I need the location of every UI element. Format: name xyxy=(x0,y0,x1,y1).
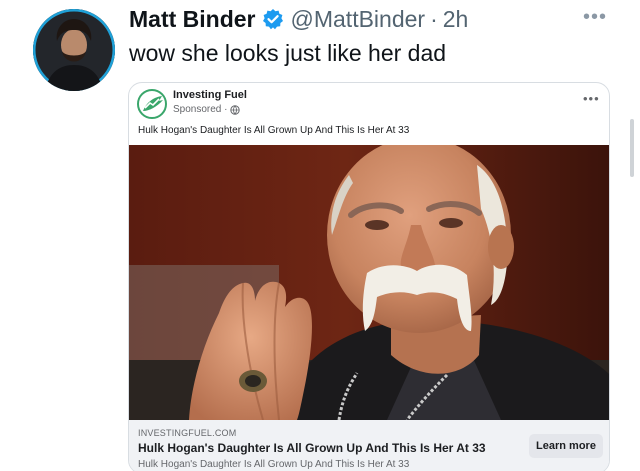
author-avatar[interactable] xyxy=(33,9,115,91)
advertiser-logo-icon[interactable] xyxy=(137,89,167,119)
link-title[interactable]: Hulk Hogan's Daughter Is All Grown Up An… xyxy=(138,441,486,455)
embedded-ad-card[interactable]: Investing Fuel Sponsored · ••• Hulk Hoga… xyxy=(128,82,610,471)
link-preview-bar[interactable]: INVESTINGFUEL.COM Hulk Hogan's Daughter … xyxy=(129,420,609,471)
globe-icon xyxy=(230,104,241,115)
sponsored-label: Sponsored · xyxy=(173,104,228,115)
author-handle[interactable]: @MattBinder xyxy=(291,6,426,33)
link-description: Hulk Hogan's Daughter Is All Grown Up An… xyxy=(138,459,410,470)
verified-badge-icon xyxy=(262,8,284,30)
tweet-timestamp[interactable]: 2h xyxy=(443,6,469,33)
tweet-header: Matt Binder @MattBinder · 2h xyxy=(129,4,468,34)
sponsored-line: Sponsored · xyxy=(173,104,241,115)
header-separator: · xyxy=(430,5,438,32)
ad-more-options-icon[interactable]: ••• xyxy=(583,91,600,106)
author-name[interactable]: Matt Binder xyxy=(129,6,256,33)
advertiser-name[interactable]: Investing Fuel xyxy=(173,89,247,101)
ad-caption: Hulk Hogan's Daughter Is All Grown Up An… xyxy=(138,125,410,136)
tweet-more-options-icon[interactable]: ••• xyxy=(583,6,607,29)
tweet-text: wow she looks just like her dad xyxy=(129,40,447,66)
scrollbar-thumb[interactable] xyxy=(630,119,634,177)
learn-more-button[interactable]: Learn more xyxy=(529,434,603,458)
ad-photo[interactable] xyxy=(129,145,610,420)
link-domain: INVESTINGFUEL.COM xyxy=(138,428,237,438)
